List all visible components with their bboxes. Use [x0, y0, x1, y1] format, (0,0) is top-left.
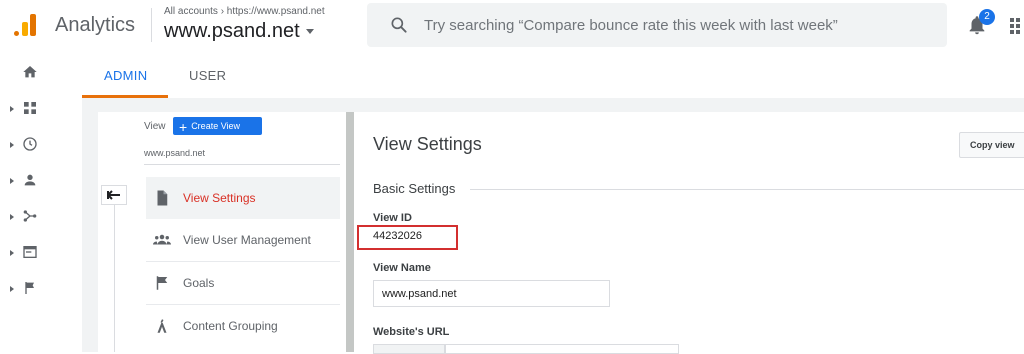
header-divider — [151, 8, 152, 42]
search-input[interactable]: Try searching “Compare bounce rate this … — [424, 17, 838, 34]
property-name: www.psand.net — [164, 20, 300, 42]
clock-icon — [23, 137, 37, 151]
view-column-label: View — [144, 121, 166, 132]
apps-grid-icon[interactable] — [1010, 18, 1024, 34]
left-nav-rail — [0, 50, 82, 352]
menu-item-view-user-management[interactable]: View User Management — [146, 219, 340, 261]
expand-arrow-icon — [10, 106, 14, 112]
document-icon — [157, 190, 168, 206]
behavior-icon — [23, 246, 37, 258]
section-divider — [470, 189, 1024, 190]
flag-icon — [156, 276, 168, 290]
top-header: Analytics All accounts › https://www.psa… — [0, 0, 1024, 50]
nav-home[interactable] — [8, 62, 48, 86]
analytics-logo-icon[interactable] — [14, 12, 40, 38]
url-protocol-select[interactable] — [373, 344, 445, 354]
plus-icon: + — [179, 118, 188, 135]
admin-tabs: ADMIN USER — [82, 50, 1024, 98]
view-divider — [144, 164, 340, 165]
nav-acquisition[interactable] — [8, 206, 48, 230]
dashboard-icon — [24, 102, 36, 114]
menu-item-label: View Settings — [183, 191, 256, 205]
people-icon — [153, 234, 171, 245]
person-icon — [24, 174, 36, 186]
search-icon — [391, 17, 407, 33]
tab-admin[interactable]: ADMIN — [104, 68, 147, 83]
nav-realtime[interactable] — [8, 134, 48, 158]
person-walk-icon — [157, 319, 167, 333]
chevron-down-icon — [305, 29, 314, 35]
current-view-selector[interactable]: www.psand.net — [144, 148, 205, 158]
copy-view-button[interactable]: Copy view — [959, 132, 1024, 158]
collapse-back-button[interactable] — [101, 185, 127, 205]
notification-count-badge: 2 — [979, 9, 995, 25]
tab-user[interactable]: USER — [189, 68, 226, 83]
website-url-label: Website's URL — [373, 326, 450, 338]
acquisition-icon — [23, 210, 37, 222]
website-url-input[interactable] — [445, 344, 679, 354]
view-name-label: View Name — [373, 262, 431, 274]
expand-arrow-icon — [10, 178, 14, 184]
expand-arrow-icon — [10, 214, 14, 220]
create-view-label: Create View — [191, 121, 241, 131]
menu-item-content-grouping[interactable]: Content Grouping — [146, 305, 340, 347]
expand-arrow-icon — [10, 142, 14, 148]
tree-line — [114, 205, 115, 352]
breadcrumb[interactable]: All accounts › https://www.psand.net — [164, 6, 325, 17]
nav-audience[interactable] — [8, 170, 48, 194]
nav-behavior[interactable] — [8, 242, 48, 266]
menu-item-label: Content Grouping — [183, 319, 278, 333]
nav-conversions[interactable] — [8, 278, 48, 302]
column-separator-scrollbar[interactable] — [346, 112, 354, 352]
expand-arrow-icon — [10, 250, 14, 256]
view-column: View + Create View www.psand.net View Set… — [98, 112, 346, 352]
menu-item-label: View User Management — [183, 233, 311, 247]
view-id-label: View ID — [373, 212, 412, 224]
expand-arrow-icon — [10, 286, 14, 292]
search-bar[interactable]: Try searching “Compare bounce rate this … — [367, 3, 947, 47]
menu-item-label: Goals — [183, 276, 215, 290]
view-settings-panel: View Settings Copy view Basic Settings V… — [354, 112, 1024, 354]
admin-content: View + Create View www.psand.net View Set… — [82, 98, 1024, 354]
flag-icon — [25, 282, 34, 294]
menu-item-goals[interactable]: Goals — [146, 262, 340, 304]
view-id-value: 44232026 — [373, 230, 422, 242]
home-icon — [23, 66, 37, 78]
create-view-button[interactable]: + Create View — [173, 117, 262, 135]
property-selector[interactable]: www.psand.net — [164, 20, 314, 43]
section-heading: Basic Settings — [373, 181, 456, 196]
nav-customization[interactable] — [8, 98, 48, 122]
app-title: Analytics — [55, 14, 136, 36]
page-title: View Settings — [373, 134, 482, 154]
menu-item-view-settings[interactable]: View Settings — [146, 177, 340, 219]
view-name-input[interactable]: www.psand.net — [373, 280, 610, 307]
back-arrow-icon — [107, 190, 120, 200]
